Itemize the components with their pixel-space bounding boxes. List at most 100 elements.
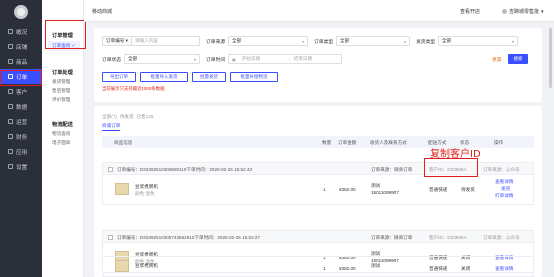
order-checkbox[interactable] (108, 167, 113, 172)
type-label: 订单类型 (314, 40, 334, 45)
date-range-picker[interactable]: ▣ 开始日期 - 结束日期 (228, 54, 342, 64)
order-no-label[interactable]: 订单编号 ▾ (103, 37, 132, 45)
sidebar-item-0[interactable]: 概况 (0, 24, 42, 39)
highlight-box-order-query (45, 20, 86, 49)
customer-id[interactable]: 客户ID：D339684 (429, 235, 466, 241)
product-thumbnail (115, 183, 129, 195)
order-no-input[interactable]: 请输入内容 (132, 38, 199, 44)
subnav-item-aftersale[interactable]: 售后管理 (42, 85, 83, 94)
ship-select[interactable]: 全部 ▾ (438, 36, 518, 46)
status-tabs: 全部(?) 待发货 已售125 (102, 114, 153, 120)
time-label: 订单时间 (206, 58, 226, 63)
sidebar-item-9[interactable]: 设置 (0, 159, 42, 174)
page-title: 移动商城 (92, 9, 113, 15)
product-name[interactable]: 豆浆煮粥机 (135, 184, 158, 190)
filter-panel: 订单编号 ▾ 请输入内容 订单来源 全部 ▾ 订单类型 全部 ▾ 发货类型 全部… (94, 28, 542, 102)
account-menu[interactable]: 吉蹄城零售批 ▾ (502, 8, 544, 15)
search-button[interactable]: 搜索 (508, 54, 528, 64)
amount: ¥382.00 (339, 266, 356, 271)
view-store-link[interactable]: 查看开店 (460, 8, 480, 15)
type-value: 全部 (340, 38, 350, 43)
product-name[interactable]: 豆浆煮粥机 (135, 263, 158, 269)
product-thumbnail (115, 260, 129, 272)
order-header: 订单编号：D33392510305743652610下单时间：2020-02-2… (102, 230, 534, 243)
receiver: 测试 (371, 263, 381, 268)
order-no-field[interactable]: 订单编号 ▾ 请输入内容 (102, 36, 200, 46)
sidebar-item-4[interactable]: 客户 (0, 84, 42, 99)
chevron-down-icon: ▾ (193, 56, 196, 62)
source-label: 订单来源 (206, 40, 226, 45)
tab-all[interactable]: 全部(?) (102, 114, 117, 120)
phone: 15011099907 (371, 190, 399, 195)
sidebar-item-label: 商品 (16, 59, 28, 66)
tab-sold[interactable]: 已售125 (137, 114, 154, 120)
sidebar-item-5[interactable]: 数据 (0, 99, 42, 114)
subnav-item-shipping[interactable]: 发货管理 (42, 76, 83, 85)
order-channel: 订单来源：公众号 (483, 235, 520, 240)
col-ops: 操作 (494, 140, 504, 145)
subnav-item-reviews[interactable]: 评价管理 (42, 94, 83, 103)
order-meta: 订单编号：D33392510300580110下单时间：2020-02-26 1… (117, 167, 253, 172)
highlight-box-customer-id (424, 158, 478, 177)
status: 待发货 (461, 187, 475, 192)
tab-pending[interactable]: 待发货 (120, 114, 134, 120)
source-select[interactable]: 全部 ▾ (228, 36, 308, 46)
status-select[interactable]: 全部 ▾ (124, 54, 200, 64)
sidebar-item-6[interactable]: 运营 (0, 114, 42, 129)
col-receiver: 收货人及联系方式 (370, 140, 407, 145)
avatar (502, 9, 507, 14)
sidebar-item-label: 概况 (16, 29, 28, 36)
sidebar-item-label: 运营 (16, 119, 28, 126)
reset-button[interactable]: 重置 (492, 56, 502, 63)
ship-method: 普通快递 (429, 266, 448, 271)
order-list: 全部(?) 待发货 已售125 商城订单 商品信息 数量 订单金额 收货人及联系… (94, 106, 542, 277)
date-end[interactable]: 结束日期 (291, 56, 341, 62)
view-detail-link[interactable]: 查看详情 (495, 179, 513, 185)
export-orders-button[interactable]: 导出订单 (102, 72, 136, 82)
type-select[interactable]: 全部 ▾ (336, 36, 410, 46)
product-spec: 颜色:混色 (135, 191, 155, 196)
subnav-section-title: 物流配送 (52, 122, 73, 128)
qty: 1 (323, 187, 326, 192)
app-logo (0, 0, 42, 24)
sidebar-item-label: 财务 (16, 134, 28, 141)
chevron-down-icon: ▾ (125, 38, 128, 43)
view-detail-link[interactable]: 查看详情 (495, 266, 513, 272)
bulk-logistics-button[interactable]: 批量补偿物流 (230, 72, 278, 82)
ship-label: 发货类型 (416, 40, 436, 45)
sidebar-item-label: 设置 (16, 164, 28, 171)
main-sidebar: 概况 店铺 商品 订单 客户 数据 运营 财务 应用 设置 (0, 0, 42, 277)
status: 关闭 (461, 266, 471, 271)
col-qty: 数量 (322, 140, 332, 145)
sidebar-item-2[interactable]: 商品 (0, 54, 42, 69)
bulk-import-ship-button[interactable]: 批量导入发货 (140, 72, 188, 82)
col-product: 商品信息 (114, 140, 133, 145)
chevron-down-icon: ▾ (403, 38, 406, 44)
nav-icon (8, 44, 13, 49)
sidebar-item-7[interactable]: 财务 (0, 129, 42, 144)
nav-icon (8, 164, 13, 169)
sidebar-item-label: 客户 (16, 89, 28, 96)
sidebar-item-label: 应用 (16, 149, 28, 156)
col-amount: 订单金额 (338, 140, 357, 145)
order-source: 订单来源：微商订单 (371, 235, 413, 240)
subnav-item-logistics[interactable]: 物流查询 (42, 128, 83, 137)
bulk-ship-button[interactable]: 批量发货 (192, 72, 226, 82)
sidebar-item-1[interactable]: 店铺 (0, 39, 42, 54)
subnav-item-waybill[interactable]: 电子面单 (42, 137, 83, 146)
order-checkbox[interactable] (108, 235, 113, 240)
subnav-section-title: 订单处理 (52, 70, 73, 76)
scrollbar[interactable] (549, 28, 552, 88)
sidebar-item-8[interactable]: 应用 (0, 144, 42, 159)
tab-mall-orders[interactable]: 商城订单 (102, 123, 121, 131)
chevron-down-icon: ▾ (511, 38, 514, 44)
table-row: 豆浆煮粥机 1 ¥382.00 测试 普通快递 关闭 查看详情 (102, 256, 534, 277)
date-start[interactable]: 开始日期 (239, 56, 289, 62)
print-detail-link[interactable]: 打单详情 (495, 193, 513, 199)
ship-value: 全部 (442, 38, 452, 43)
sidebar-item-label: 数据 (16, 104, 28, 111)
ship-link[interactable]: 发货 (501, 186, 510, 192)
chevron-down-icon: ▾ (541, 8, 544, 15)
nav-icon (8, 119, 13, 124)
calendar-icon: ▣ (232, 56, 236, 62)
